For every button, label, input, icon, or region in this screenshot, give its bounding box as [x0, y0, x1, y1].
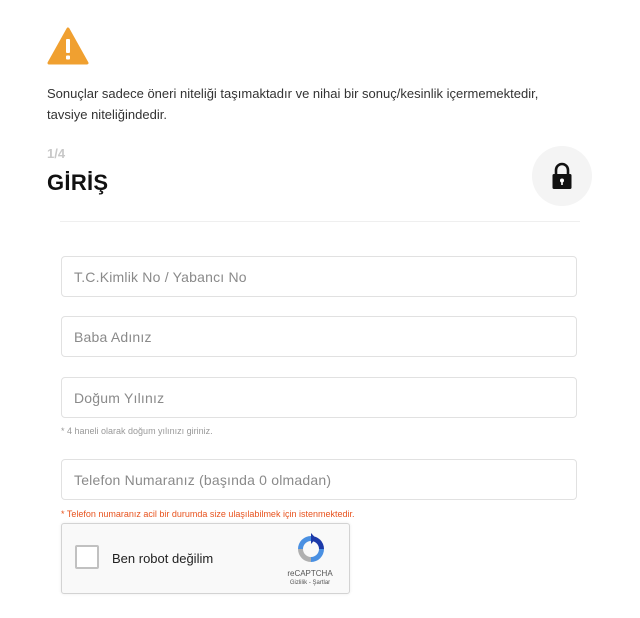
recaptcha-checkbox[interactable] [75, 545, 99, 569]
disclaimer-text: Sonuçlar sadece öneri niteliği taşımakta… [47, 86, 539, 122]
page-title: GİRİŞ [47, 170, 109, 195]
phone-input[interactable] [61, 459, 577, 500]
warning-icon [47, 27, 89, 65]
recaptcha-label: Ben robot değilim [112, 551, 214, 566]
phone-hint: * Telefon numaranız acil bir durumda siz… [61, 509, 355, 519]
step-indicator: 1/4 [47, 146, 66, 161]
father-name-input[interactable] [61, 316, 577, 357]
birth-year-input[interactable] [61, 377, 577, 418]
recaptcha-brand: reCAPTCHA [287, 569, 333, 578]
divider [60, 221, 580, 222]
birth-year-hint: * 4 haneli olarak doğum yılınızı giriniz… [61, 426, 213, 436]
lock-badge [532, 146, 592, 206]
recaptcha-privacy-terms-link[interactable]: Gizlilik - Şartlar [274, 580, 346, 586]
recaptcha-widget: Ben robot değilim reCAPTCHA Gizlilik - Ş… [61, 523, 350, 594]
tc-id-input[interactable] [61, 256, 577, 297]
recaptcha-logo-icon [298, 533, 324, 562]
lock-icon [552, 162, 572, 189]
